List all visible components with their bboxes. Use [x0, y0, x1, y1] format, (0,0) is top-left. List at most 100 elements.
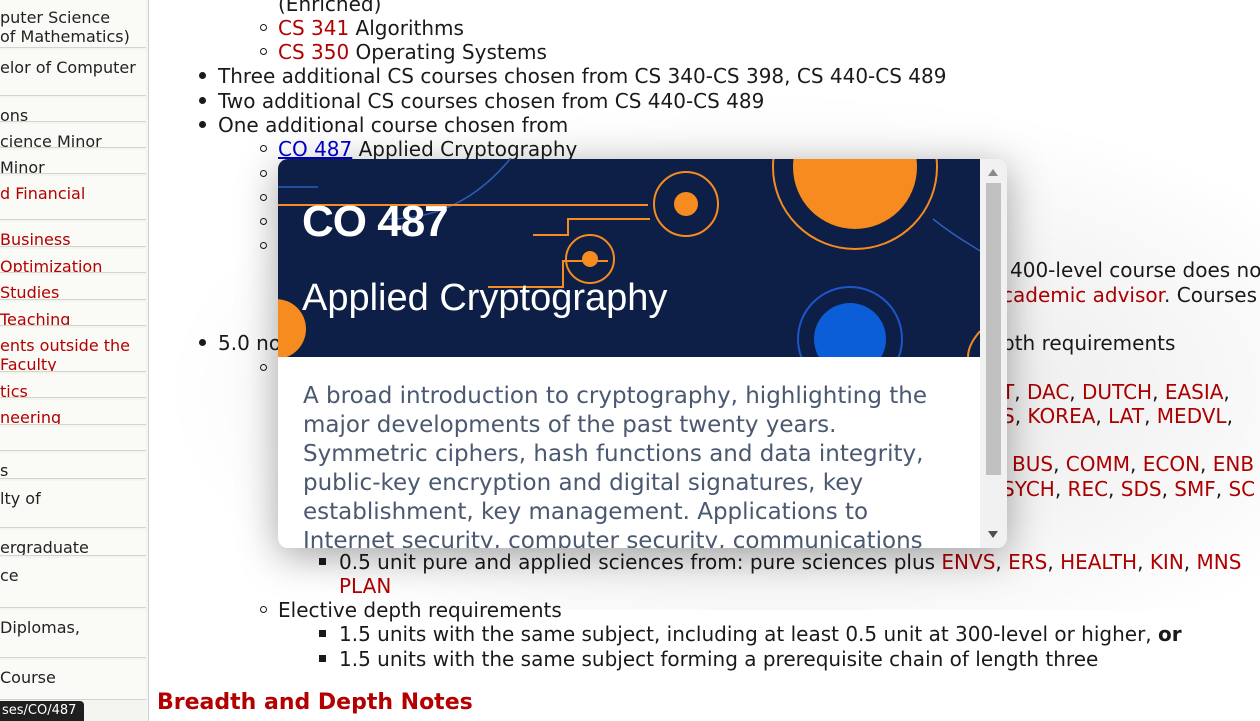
sidebar-item-label: elor of Computer: [0, 58, 136, 77]
sidebar-item[interactable]: lty of: [0, 481, 146, 528]
list-item-five-units: 5.0 no: [218, 331, 282, 355]
subject-link[interactable]: BUS: [1012, 452, 1053, 476]
sidebar-item[interactable]: ents outside the Faculty: [0, 328, 146, 372]
subject-link[interactable]: COMM: [1066, 452, 1130, 476]
subject-link[interactable]: SYCH: [1002, 477, 1055, 501]
cs350-link[interactable]: CS 350: [278, 40, 349, 64]
plan-link[interactable]: PLAN: [339, 574, 391, 598]
sidebar-item[interactable]: neering: [0, 400, 146, 425]
course-popup[interactable]: CO 487 Applied Cryptography A broad intr…: [278, 159, 1007, 548]
sidebar-item-label: neering: [0, 408, 62, 425]
link-preview-statusbar: ses/CO/487: [0, 701, 85, 721]
separator: ,: [1053, 452, 1066, 476]
subject-link[interactable]: EASIA: [1165, 380, 1224, 404]
list-item-cs341: CS 341 Algorithms: [278, 16, 464, 40]
sidebar-item[interactable]: [0, 427, 146, 451]
subject-row-1: T, DAC, DUTCH, EASIA,: [1002, 380, 1230, 404]
course-banner: CO 487 Applied Cryptography: [278, 159, 980, 357]
sidebar-item-label: Diplomas,: [0, 618, 80, 637]
scroll-up-icon[interactable]: [988, 169, 998, 176]
subject-link[interactable]: SDS: [1121, 477, 1162, 501]
sidebar-item[interactable]: Optimization: [0, 249, 146, 273]
subject-link[interactable]: HEALTH: [1060, 550, 1137, 574]
sidebar-item-label: Optimization: [0, 257, 103, 273]
plan-line: PLAN: [339, 574, 391, 598]
list-circle-marker: [260, 24, 267, 31]
list-bullet-marker: [199, 339, 206, 346]
sidebar-item[interactable]: Teaching: [0, 302, 146, 326]
pure-applied-subjects: ENVS, ERS, HEALTH, KIN, MNS: [941, 550, 1241, 574]
scroll-thumb[interactable]: [986, 183, 1001, 475]
subject-link[interactable]: SC: [1228, 477, 1255, 501]
sidebar-item[interactable]: ons: [0, 98, 146, 122]
sidebar-item-label: lty of: [0, 489, 41, 508]
subject-link[interactable]: REC: [1068, 477, 1109, 501]
circuit-line: [533, 218, 650, 236]
sidebar-item[interactable]: Minor: [0, 150, 146, 174]
list-bullet-marker: [199, 72, 206, 79]
subject-link[interactable]: ENB: [1213, 452, 1254, 476]
separator: ,: [1200, 452, 1213, 476]
separator: ,: [1014, 404, 1028, 428]
circuit-line: [967, 330, 980, 357]
subject-link[interactable]: MNS: [1197, 550, 1242, 574]
scroll-down-icon[interactable]: [988, 531, 998, 538]
sidebar-item[interactable]: cience Minor: [0, 124, 146, 148]
academic-advisor-link[interactable]: cademic advisor: [1002, 283, 1164, 307]
sidebar-item-label: d Financial: [0, 184, 86, 203]
sidebar-item[interactable]: puter Science of Mathematics): [0, 0, 146, 48]
sidebar-item-label: ergraduate: [0, 538, 89, 556]
sidebar-item[interactable]: Business: [0, 222, 146, 247]
subject-link[interactable]: ENVS: [941, 550, 995, 574]
sidebar-item[interactable]: s: [0, 453, 146, 479]
advisor-line: cademic advisor. Courses: [1002, 283, 1257, 307]
subject-link[interactable]: DAC: [1027, 380, 1069, 404]
sidebar-item-label: tics: [0, 382, 28, 398]
subject-link[interactable]: KOREA: [1027, 404, 1095, 428]
sidebar-item-label: ents outside the: [0, 336, 131, 355]
subject-link[interactable]: MEDVL: [1157, 404, 1227, 428]
co487-link[interactable]: CO 487: [278, 137, 352, 161]
course-description: A broad introduction to cryptography, hi…: [303, 383, 927, 548]
course-title: Applied Cryptography: [302, 277, 668, 319]
list-circle-marker: [260, 364, 267, 371]
sidebar-item-label: s: [0, 461, 9, 479]
cs341-link[interactable]: CS 341: [278, 16, 349, 40]
sidebar-item[interactable]: Studies: [0, 275, 146, 300]
sidebar-nav: puter Science of Mathematics) elor of Com…: [0, 0, 149, 721]
sidebar-item-label: Minor: [0, 158, 45, 174]
sidebar-item-label: ce: [0, 566, 19, 585]
sidebar-item[interactable]: d Financial: [0, 176, 146, 220]
circuit-line: [932, 218, 980, 252]
text-400-level: 400-level course does no: [1010, 258, 1260, 282]
sidebar-item[interactable]: elor of Computer: [0, 50, 146, 96]
sidebar-item[interactable]: ergraduate: [0, 530, 146, 556]
subject-row-3: BUS, COMM, ECON, ENB: [1012, 452, 1254, 476]
depth-item-b: 1.5 units with the same subject forming …: [339, 647, 1099, 671]
separator: ,: [995, 550, 1009, 574]
subject-link[interactable]: ERS: [1008, 550, 1047, 574]
separator: ,: [1137, 550, 1150, 574]
depth-item-a: 1.5 units with the same subject, includi…: [339, 622, 1182, 646]
list-item-two-cs: Two additional CS courses chosen from CS…: [218, 89, 765, 113]
advisor-tail: . Courses: [1164, 283, 1257, 307]
subject-link[interactable]: LAT: [1108, 404, 1144, 428]
sidebar-item-label: Business: [0, 230, 71, 247]
sidebar-item[interactable]: ce: [0, 558, 146, 608]
sidebar-item-label: puter Science: [0, 8, 111, 27]
list-square-marker: [319, 630, 326, 637]
sidebar-item[interactable]: Course: [0, 660, 146, 700]
enriched-fragment: (Enriched): [278, 0, 382, 16]
subject-link[interactable]: ECON: [1143, 452, 1200, 476]
sidebar-item[interactable]: Diplomas,: [0, 610, 146, 658]
sidebar-item-label: Teaching: [0, 310, 71, 326]
separator: ,: [1183, 550, 1197, 574]
subject-link[interactable]: SMF: [1174, 477, 1215, 501]
blue-planet: [814, 303, 886, 357]
subject-link[interactable]: KIN: [1150, 550, 1184, 574]
subject-link[interactable]: DUTCH: [1082, 380, 1152, 404]
list-circle-marker: [260, 145, 267, 152]
sidebar-item[interactable]: tics: [0, 374, 146, 398]
popup-scrollbar[interactable]: [980, 159, 1007, 548]
separator: ,: [1108, 477, 1121, 501]
